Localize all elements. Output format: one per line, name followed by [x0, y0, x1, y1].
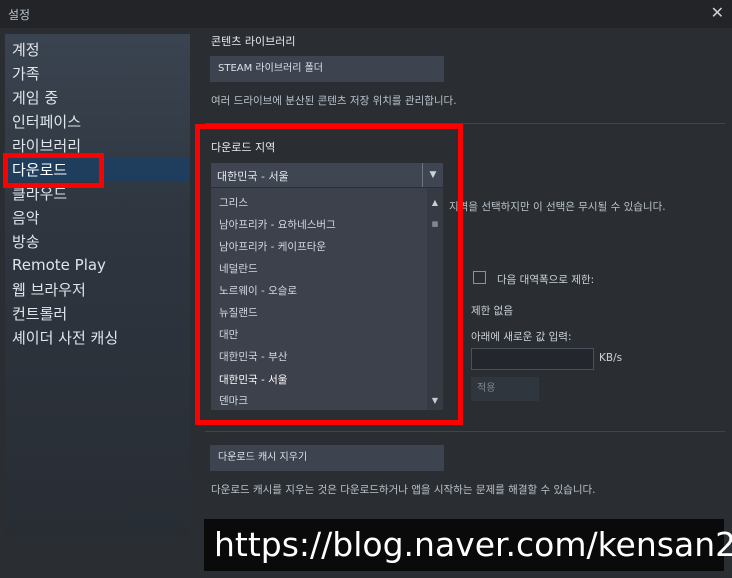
section-divider: [205, 123, 725, 124]
sidebar-item-family[interactable]: 가족: [5, 62, 190, 86]
sidebar-item-controller[interactable]: 컨트롤러: [5, 302, 190, 326]
sidebar-item-web-browser[interactable]: 웹 브라우저: [5, 278, 190, 302]
dropdown-option[interactable]: 대만: [219, 327, 238, 342]
no-limit-text: 제한 없음: [471, 305, 513, 317]
dropdown-option[interactable]: 노르웨이 - 오슬로: [219, 283, 297, 298]
sidebar-item-downloads[interactable]: 다운로드: [5, 158, 190, 182]
region-hint: 지역을 선택하지만 이 선택은 무시될 수 있습니다.: [449, 201, 666, 213]
dropdown-option-selected[interactable]: 대한민국 - 서울: [219, 372, 287, 387]
dropdown-option[interactable]: 덴마크: [219, 393, 248, 408]
sidebar-item-account[interactable]: 계정: [5, 38, 190, 62]
clear-download-cache-button[interactable]: 다운로드 캐시 지우기: [210, 445, 444, 471]
title-bar: 설정 ✕: [0, 0, 732, 28]
new-value-label: 아래에 새로운 값 입력:: [471, 331, 572, 343]
sidebar-item-cloud[interactable]: 클라우드: [5, 182, 190, 206]
scroll-grip-icon[interactable]: ▦: [430, 220, 440, 228]
dropdown-option[interactable]: 뉴질랜드: [219, 305, 258, 320]
sidebar-item-in-game[interactable]: 게임 중: [5, 86, 190, 110]
dropdown-option[interactable]: 남아프리카 - 케이프타운: [219, 239, 326, 254]
chevron-down-icon[interactable]: ▼: [422, 163, 443, 187]
sidebar-item-music[interactable]: 음악: [5, 206, 190, 230]
library-section-title: 콘텐츠 라이브러리: [211, 35, 296, 48]
sidebar-item-broadcast[interactable]: 방송: [5, 230, 190, 254]
steam-library-folders-button[interactable]: STEAM 라이브러리 폴더: [210, 56, 444, 82]
download-region-value: 대한민국 - 서울: [217, 170, 289, 183]
sidebar-item-shader-cache[interactable]: 셰이더 사전 캐싱: [5, 326, 190, 350]
settings-sidebar: 계정 가족 게임 중 인터페이스 라이브러리 다운로드 클라우드 음악 방송 R…: [5, 34, 190, 536]
bandwidth-limit-checkbox[interactable]: [473, 271, 486, 284]
window-title: 설정: [8, 8, 31, 22]
sidebar-item-library[interactable]: 라이브러리: [5, 134, 190, 158]
download-region-title: 다운로드 지역: [211, 141, 276, 154]
close-icon[interactable]: ✕: [711, 3, 724, 22]
section-divider: [205, 431, 725, 432]
sidebar-item-remote-play[interactable]: Remote Play: [5, 253, 190, 277]
scroll-up-icon[interactable]: ▲: [429, 198, 441, 207]
sidebar-item-interface[interactable]: 인터페이스: [5, 110, 190, 134]
apply-button[interactable]: 적용: [471, 377, 539, 401]
library-description: 여러 드라이브에 분산된 콘텐츠 저장 위치를 관리합니다.: [211, 95, 457, 107]
dropdown-option[interactable]: 남아프리카 - 요하네스버그: [219, 217, 336, 232]
dropdown-option[interactable]: 대한민국 - 부산: [219, 349, 287, 364]
url-watermark: https://blog.naver.com/kensan21: [204, 519, 732, 571]
scroll-down-icon[interactable]: ▼: [429, 396, 441, 405]
dropdown-option[interactable]: 네덜란드: [219, 261, 258, 276]
bandwidth-unit: KB/s: [599, 352, 623, 364]
dropdown-option[interactable]: 그리스: [219, 195, 248, 210]
download-region-select[interactable]: 대한민국 - 서울 ▼: [211, 163, 443, 187]
bandwidth-limit-label: 다음 대역폭으로 제한:: [497, 274, 595, 286]
cache-description: 다운로드 캐시를 지우는 것은 다운로드하거나 앱을 시작하는 문제를 해결할 …: [211, 484, 596, 496]
bandwidth-input[interactable]: [471, 348, 594, 370]
